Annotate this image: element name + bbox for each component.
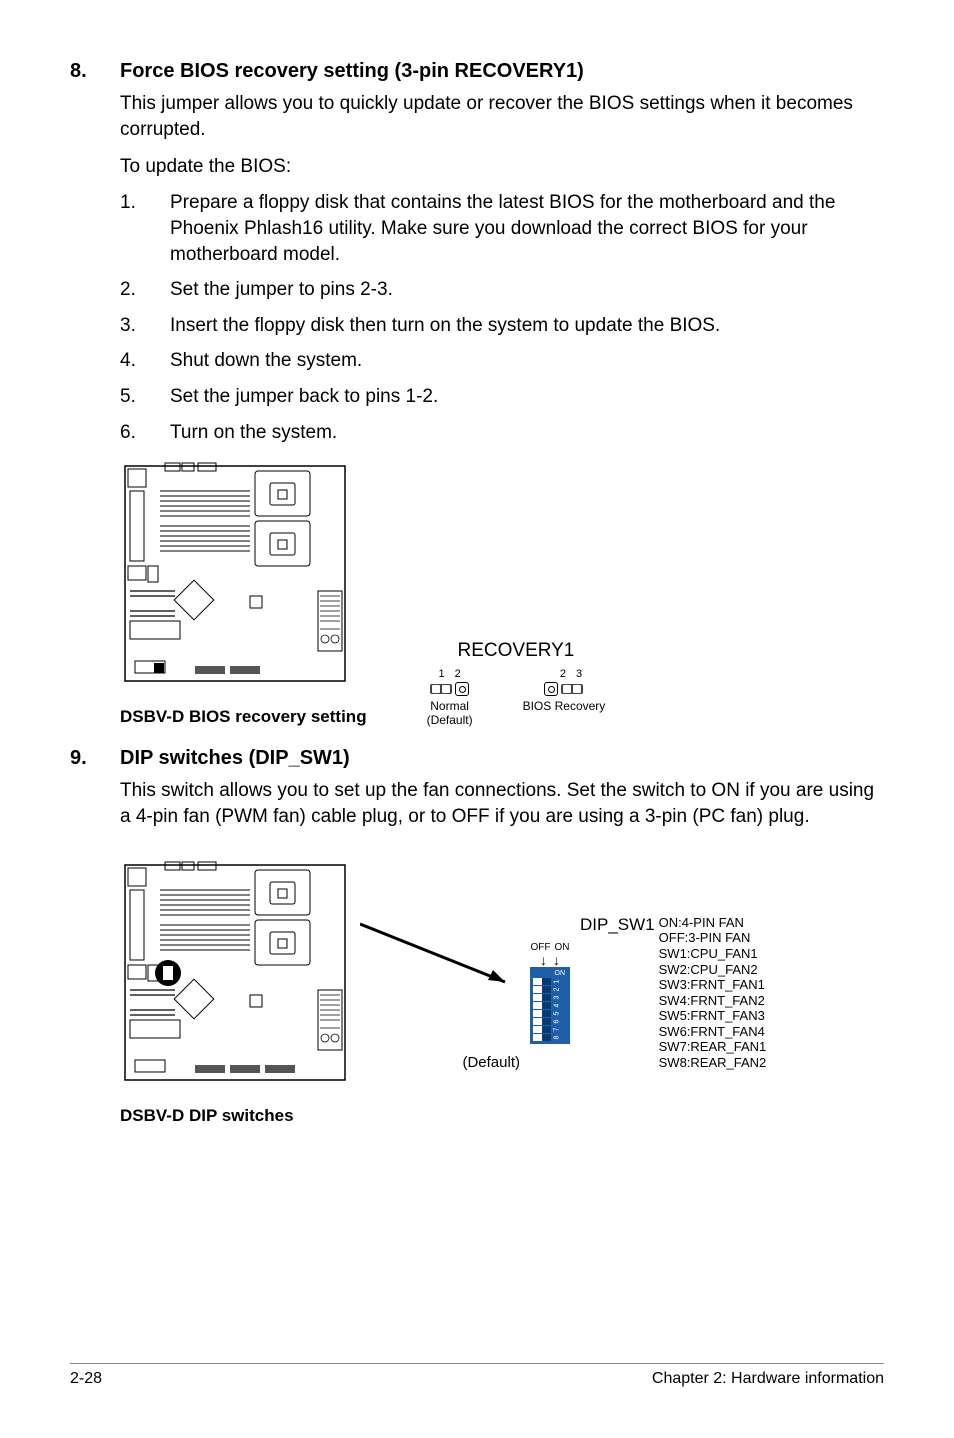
diagram-2-caption: DSBV-D DIP switches <box>120 1106 350 1126</box>
step-2: 2.Set the jumper to pins 2-3. <box>120 277 884 303</box>
section-9-heading: 9. DIP switches (DIP_SW1) <box>70 747 884 770</box>
diagram-1-caption: DSBV-D BIOS recovery setting <box>120 707 367 727</box>
arrow-down-icon: ↓ <box>540 953 547 967</box>
default-label: (Default) <box>462 1054 520 1071</box>
section-8-intro: This jumper allows you to quickly update… <box>120 91 884 142</box>
section-8-number: 8. <box>70 60 120 83</box>
motherboard-diagram-1 <box>120 461 350 701</box>
page-number: 2-28 <box>70 1370 102 1388</box>
step-1: 1.Prepare a floppy disk that contains th… <box>120 190 884 267</box>
step-3: 3.Insert the floppy disk then turn on th… <box>120 313 884 339</box>
jumper-diagram: RECOVERY1 12 Normal (Default) <box>427 640 606 727</box>
section-8-diagram: DSBV-D BIOS recovery setting RECOVERY1 1… <box>120 461 884 727</box>
section-9-title: DIP switches (DIP_SW1) <box>120 747 350 770</box>
arrow-icon <box>360 914 520 1004</box>
dip-switch-visual: OFF ON ↓ ↓ ON 1 2 3 4 5 6 7 8 <box>530 942 570 1044</box>
section-8-heading: 8. Force BIOS recovery setting (3-pin RE… <box>70 60 884 83</box>
dip-legend: ON:4-PIN FAN OFF:3-PIN FAN SW1:CPU_FAN1 … <box>659 915 767 1071</box>
jumper-name: RECOVERY1 <box>458 640 575 662</box>
section-8-subheading: To update the BIOS: <box>120 156 884 178</box>
step-6: 6.Turn on the system. <box>120 420 884 446</box>
arrow-down-icon: ↓ <box>553 953 560 967</box>
motherboard-diagram-2 <box>120 860 350 1100</box>
step-5: 5.Set the jumper back to pins 1-2. <box>120 384 884 410</box>
section-9-intro: This switch allows you to set up the fan… <box>120 778 884 829</box>
section-8-steps: 1.Prepare a floppy disk that contains th… <box>120 190 884 445</box>
page-footer: 2-28 Chapter 2: Hardware information <box>70 1363 884 1388</box>
jumper-normal: 12 Normal (Default) <box>427 668 473 727</box>
jumper-recovery: 23 BIOS Recovery <box>523 668 606 727</box>
section-9-diagram: DSBV-D DIP switches (Default) OFF ON ↓ ↓… <box>120 860 884 1126</box>
dip-connector-name: DIP_SW1 <box>580 915 655 935</box>
section-8-title: Force BIOS recovery setting (3-pin RECOV… <box>120 60 584 83</box>
step-4: 4.Shut down the system. <box>120 348 884 374</box>
chapter-label: Chapter 2: Hardware information <box>652 1370 884 1388</box>
section-9-number: 9. <box>70 747 120 770</box>
